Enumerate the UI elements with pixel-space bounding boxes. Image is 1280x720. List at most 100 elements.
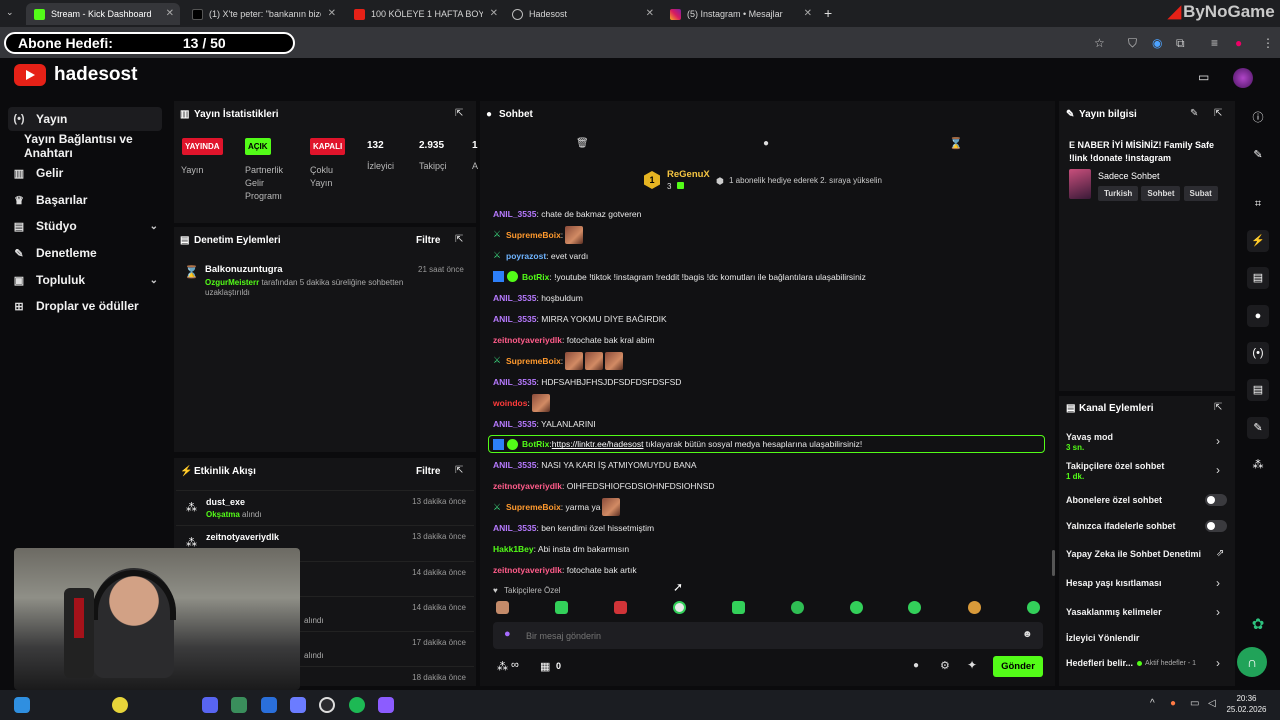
tab-list-button[interactable]: ⌄ xyxy=(6,7,14,18)
voice-extension-icon[interactable]: ◉ xyxy=(1152,36,1162,50)
emote-green-icon[interactable] xyxy=(850,601,863,614)
taskbar-app-icon[interactable] xyxy=(231,697,247,713)
chat-username[interactable]: SupremeBoix xyxy=(506,502,561,512)
gift-store-icon[interactable]: ▦ xyxy=(540,660,550,673)
chat-username[interactable]: zeitnotyaveriydlk xyxy=(493,335,562,345)
chat-username[interactable]: zeitnotyaveriydlk xyxy=(493,481,562,491)
close-tab-icon[interactable]: ✕ xyxy=(166,8,174,19)
chat-username[interactable]: ANIL_3535 xyxy=(493,377,536,387)
sidebar-item-topluluk[interactable]: ▣ Topluluk ⌄ xyxy=(8,268,162,292)
emote-green-icon[interactable] xyxy=(1027,601,1040,614)
tab-instagram[interactable]: (5) Instagram • Mesajlar ✕ xyxy=(662,3,818,25)
chat-username[interactable]: BotRix xyxy=(522,439,549,449)
taskbar-app-icon[interactable] xyxy=(290,697,306,713)
followers-chat-row[interactable]: Takipçilere özel sohbet 1 dk. xyxy=(1066,461,1164,481)
support-headset-icon[interactable]: ∩ xyxy=(1237,647,1267,677)
focus-icon[interactable]: ⌗ xyxy=(1247,193,1269,215)
slow-mode-row[interactable]: Yavaş mod 3 sn. xyxy=(1066,432,1113,452)
lightning-icon[interactable]: ⚡ xyxy=(1247,230,1269,252)
tab-youtube-video[interactable]: 100 KÖLEYE 1 HAFTA BOYUNCA ✕ xyxy=(346,3,504,25)
clock-date[interactable]: 25.02.2026 xyxy=(1226,705,1267,714)
leader-name[interactable]: ReGenuX xyxy=(667,169,710,180)
tag-subat[interactable]: Subat xyxy=(1183,186,1218,201)
popout-icon[interactable]: ⇱ xyxy=(455,108,463,119)
chevron-right-icon[interactable]: › xyxy=(1216,656,1220,670)
sidebar-item-droplar[interactable]: ⊞ Droplar ve ödüller xyxy=(8,294,162,318)
sidebar-item-studyo[interactable]: ▤ Stüdyo ⌄ xyxy=(8,214,162,238)
chat-username[interactable]: Hakk1Bey xyxy=(493,544,534,554)
close-tab-icon[interactable]: ✕ xyxy=(328,8,336,19)
tab-x-post[interactable]: (1) X'te peter: "bankanın bize 5( ✕ xyxy=(184,3,342,25)
chat-username[interactable]: woindos xyxy=(493,398,527,408)
channel-logo-icon[interactable] xyxy=(14,64,46,86)
subs-only-toggle[interactable] xyxy=(1205,494,1227,506)
emote-menu-icon[interactable]: ✦ xyxy=(967,658,977,672)
emote-green-icon[interactable] xyxy=(555,601,568,614)
tray-chevron-icon[interactable]: ^ xyxy=(1150,698,1155,709)
bookmark-star-icon[interactable]: ☆ xyxy=(1094,36,1105,50)
mod-entry-user[interactable]: Balkonuzuntugra xyxy=(205,264,283,275)
taskbar-app-icon[interactable] xyxy=(202,697,218,713)
emoji-picker-icon[interactable]: ☻ xyxy=(1022,629,1033,640)
shield-extension-icon[interactable]: ⛉ xyxy=(1128,36,1137,51)
chat-users-icon[interactable]: ● xyxy=(913,660,919,671)
taskbar-app-icon[interactable] xyxy=(378,697,394,713)
sidebar-item-stream-key[interactable]: Yayın Bağlantısı ve Anahtarı xyxy=(20,132,170,160)
pencil-icon[interactable]: ✎ xyxy=(1247,144,1269,166)
tag-sohbet[interactable]: Sohbet xyxy=(1141,186,1181,201)
broadcast-rail-icon[interactable]: (•) xyxy=(1247,342,1269,364)
cast-icon[interactable]: ▭ xyxy=(1198,70,1209,84)
emote-green-icon[interactable] xyxy=(791,601,804,614)
document-icon[interactable]: ▤ xyxy=(1247,267,1269,289)
mic-icon[interactable]: ● xyxy=(504,628,511,640)
event-user[interactable]: zeitnotyaveriydlk xyxy=(206,532,279,542)
emote-burger-icon[interactable] xyxy=(968,601,981,614)
emote-green-icon[interactable] xyxy=(732,601,745,614)
edit-icon[interactable]: ✎ xyxy=(1190,108,1198,119)
close-tab-icon[interactable]: ✕ xyxy=(490,8,498,19)
chat-username[interactable]: ANIL_3535 xyxy=(493,209,536,219)
chat-settings-icon[interactable]: ⚙ xyxy=(940,659,950,672)
emote-ball-icon[interactable] xyxy=(673,601,686,614)
sidebar-item-denetleme[interactable]: ✎ Denetleme xyxy=(8,241,162,265)
openai-logo-icon[interactable]: ✿ xyxy=(1247,614,1269,636)
banned-words-row[interactable]: Yasaklanmış kelimeler xyxy=(1066,607,1162,617)
taskbar-app-icon[interactable] xyxy=(261,697,277,713)
chat-username[interactable]: ANIL_3535 xyxy=(493,314,536,324)
info-icon[interactable]: ⓘ xyxy=(1247,107,1269,129)
chat-message-input[interactable] xyxy=(526,627,1006,644)
close-tab-icon[interactable]: ✕ xyxy=(804,8,812,19)
new-tab-button[interactable]: + xyxy=(824,5,832,21)
chat-username[interactable]: ANIL_3535 xyxy=(493,293,536,303)
tray-mic-icon[interactable]: ● xyxy=(1170,698,1176,709)
taskbar-spotify-icon[interactable] xyxy=(349,697,365,713)
popout-icon[interactable]: ⇱ xyxy=(1214,108,1222,119)
sidebar-item-yayin[interactable]: (•) Yayın xyxy=(8,107,162,131)
emote-red-icon[interactable] xyxy=(614,601,627,614)
extensions-icon[interactable]: ⧉ xyxy=(1176,36,1185,51)
chat-username[interactable]: zeitnotyaveriydlk xyxy=(493,565,562,575)
popout-icon[interactable]: ⇱ xyxy=(1214,402,1222,413)
clock-time[interactable]: 20:36 xyxy=(1230,694,1263,703)
tray-volume-icon[interactable]: ◁ xyxy=(1208,698,1216,709)
channel-name[interactable]: hadesost xyxy=(54,64,137,86)
account-age-row[interactable]: Hesap yaşı kısıtlaması xyxy=(1066,578,1162,588)
channel-points-icon[interactable]: ⁂ xyxy=(497,660,508,673)
chat-bubble-icon[interactable]: ● xyxy=(763,138,769,149)
send-button[interactable]: Gönder xyxy=(993,656,1043,677)
taskbar-app-icon[interactable] xyxy=(112,697,128,713)
moderation-filter-button[interactable]: Filtre xyxy=(416,235,440,246)
chevron-right-icon[interactable]: › xyxy=(1216,605,1220,619)
avatar[interactable] xyxy=(1233,68,1253,88)
event-user[interactable]: dust_exe xyxy=(206,497,245,507)
hourglass-icon[interactable]: ⌛ xyxy=(949,137,963,150)
chat-username[interactable]: BotRix xyxy=(522,272,549,282)
tab-hadesost[interactable]: Hadesost ✕ xyxy=(504,3,660,25)
wrench-rail-icon[interactable]: ✎ xyxy=(1247,417,1269,439)
chat-username[interactable]: ANIL_3535 xyxy=(493,523,536,533)
chevron-right-icon[interactable]: › xyxy=(1216,434,1220,448)
chat-username[interactable]: SupremeBoix xyxy=(506,356,561,366)
ai-moderation-row[interactable]: Yapay Zeka ile Sohbet Denetimi xyxy=(1066,549,1201,559)
chat-scrollbar[interactable] xyxy=(1052,550,1055,576)
category-name[interactable]: Sadece Sohbet xyxy=(1098,171,1160,181)
